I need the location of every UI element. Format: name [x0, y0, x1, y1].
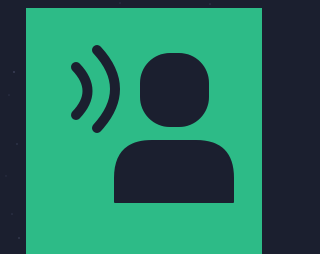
person-head-icon — [140, 53, 209, 127]
person-body-icon — [114, 140, 234, 203]
voice-user-icon — [71, 45, 234, 203]
sound-wave-large-icon — [92, 45, 120, 133]
sound-wave-small-icon — [71, 62, 93, 120]
voice-user-tile[interactable] — [26, 8, 262, 254]
app-icon-frame — [0, 0, 262, 254]
